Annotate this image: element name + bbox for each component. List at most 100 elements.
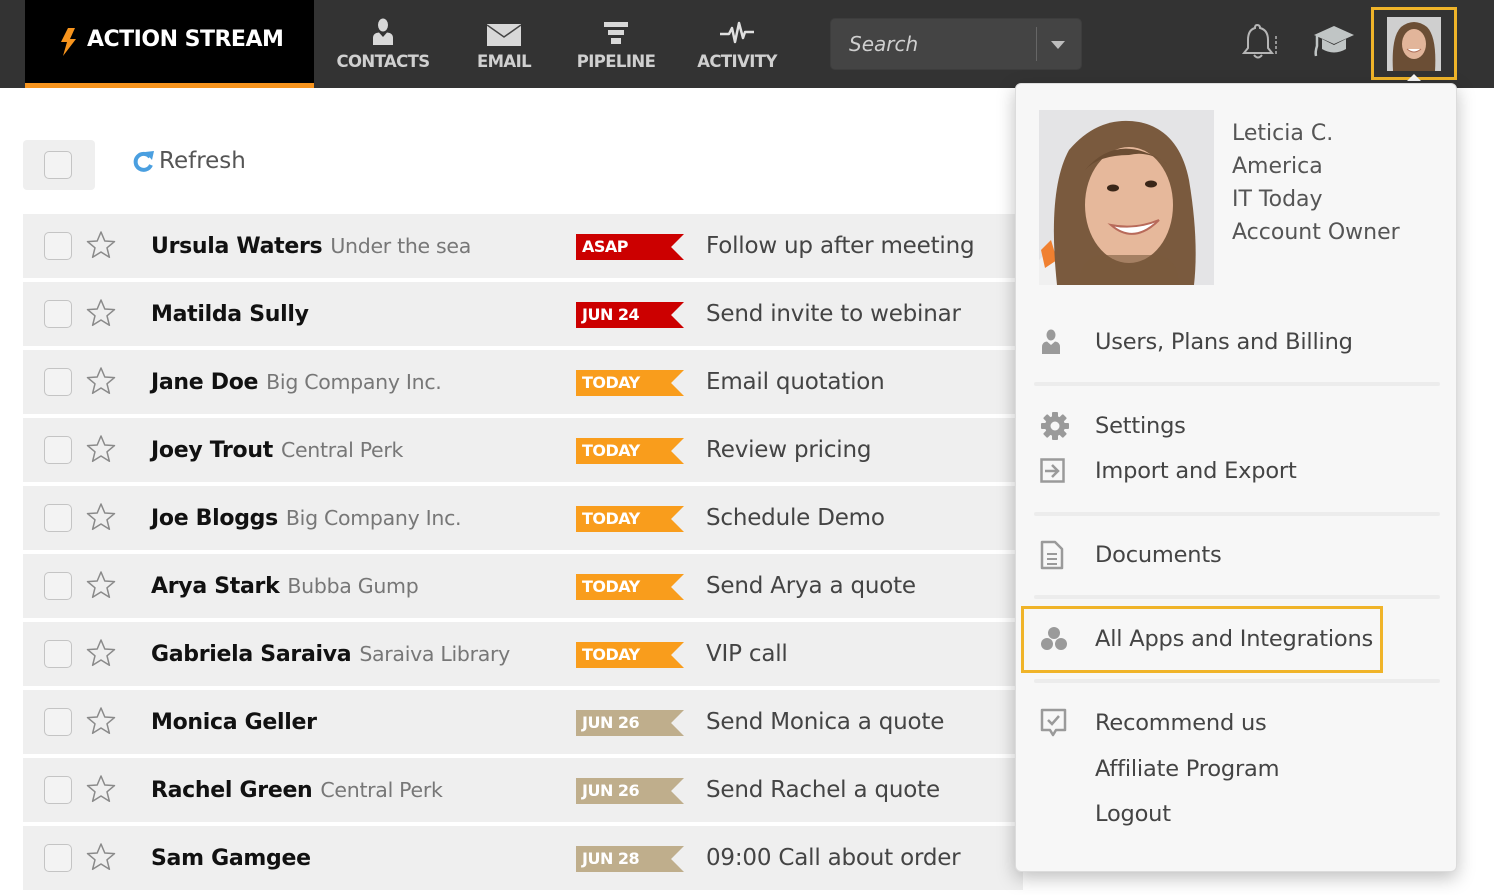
table-row[interactable]: Matilda Sully JUN 24 Send invite to webina…: [23, 282, 1023, 346]
profile-info: Leticia C. America IT Today Account Owne…: [1232, 117, 1400, 249]
table-row[interactable]: Rachel Green Central Perk JUN 26 Send Rache…: [23, 758, 1023, 822]
row-checkbox[interactable]: [44, 504, 72, 532]
menu-label: Recommend us: [1095, 710, 1267, 736]
contact-company: Saraiva Library: [359, 642, 510, 666]
star-icon[interactable]: [86, 638, 116, 668]
recommend-icon: [1040, 708, 1067, 737]
user-avatar-button[interactable]: [1371, 7, 1457, 81]
due-tag: JUN 28: [576, 846, 684, 872]
row-checkbox[interactable]: [44, 844, 72, 872]
menu-label: Settings: [1095, 413, 1186, 439]
contact-name[interactable]: Gabriela Saraiva: [151, 642, 352, 667]
task-title[interactable]: Send Arya a quote: [706, 554, 916, 618]
table-row[interactable]: Arya Stark Bubba Gump TODAY Send Arya a quo…: [23, 554, 1023, 618]
nav-pipeline[interactable]: PIPELINE: [574, 0, 658, 88]
menu-divider: [1034, 382, 1440, 386]
task-title[interactable]: Review pricing: [706, 418, 871, 482]
search-input[interactable]: [831, 19, 1036, 69]
due-tag: JUN 26: [576, 778, 684, 804]
table-row[interactable]: Joey Trout Central Perk TODAY Review pricin…: [23, 418, 1023, 482]
person-icon: [373, 18, 393, 45]
contact-name[interactable]: Joey Trout: [151, 438, 273, 463]
star-icon[interactable]: [86, 706, 116, 736]
nav-email[interactable]: EMAIL: [470, 0, 538, 88]
row-checkbox[interactable]: [44, 368, 72, 396]
row-checkbox[interactable]: [44, 708, 72, 736]
contact-name[interactable]: Monica Geller: [151, 710, 317, 735]
star-icon[interactable]: [86, 434, 116, 464]
menu-affiliate-program[interactable]: Affiliate Program: [1040, 749, 1280, 789]
document-icon: [1040, 540, 1064, 570]
nav-action-stream[interactable]: ACTION STREAM: [25, 0, 314, 88]
nav-contacts[interactable]: CONTACTS: [336, 0, 430, 88]
table-row[interactable]: Monica Geller JUN 26 Send Monica a quote: [23, 690, 1023, 754]
table-row[interactable]: Ursula Waters Under the sea ASAP Follow up …: [23, 214, 1023, 278]
menu-label: Import and Export: [1095, 458, 1297, 484]
task-title[interactable]: Send Rachel a quote: [706, 758, 940, 822]
table-row[interactable]: Joe Bloggs Big Company Inc. TODAY Schedule …: [23, 486, 1023, 550]
star-icon[interactable]: [86, 366, 116, 396]
contact-name[interactable]: Joe Bloggs: [151, 506, 278, 531]
row-checkbox[interactable]: [44, 300, 72, 328]
table-row[interactable]: Gabriela Saraiva Saraiva Library TODAY VIP …: [23, 622, 1023, 686]
star-icon[interactable]: [86, 842, 116, 872]
task-title[interactable]: Send invite to webinar: [706, 282, 961, 346]
contact-name[interactable]: Arya Stark: [151, 574, 280, 599]
graduation-cap-icon[interactable]: [1313, 24, 1355, 60]
menu-recommend-us[interactable]: Recommend us: [1040, 703, 1267, 743]
menu-import-export[interactable]: Import and Export: [1040, 451, 1297, 491]
star-icon[interactable]: [86, 230, 116, 260]
row-checkbox[interactable]: [44, 640, 72, 668]
task-title[interactable]: Follow up after meeting: [706, 214, 975, 278]
funnel-icon: [604, 22, 628, 44]
row-checkbox[interactable]: [44, 436, 72, 464]
menu-divider: [1034, 512, 1440, 516]
nav-email-label: EMAIL: [476, 52, 532, 71]
profile-company: IT Today: [1232, 187, 1323, 212]
brand-title: ACTION STREAM: [87, 27, 284, 52]
table-row[interactable]: Sam Gamgee JUN 28 09:00 Call about order: [23, 826, 1023, 890]
star-icon[interactable]: [86, 502, 116, 532]
menu-documents[interactable]: Documents: [1040, 535, 1222, 575]
refresh-button[interactable]: Refresh: [133, 148, 246, 174]
task-title[interactable]: Schedule Demo: [706, 486, 885, 550]
contact-name[interactable]: Jane Doe: [151, 370, 258, 395]
menu-settings[interactable]: Settings: [1040, 406, 1186, 446]
nav-activity-label: ACTIVITY: [697, 52, 777, 71]
table-row[interactable]: Jane Doe Big Company Inc. TODAY Email quota…: [23, 350, 1023, 414]
bell-icon[interactable]: [1240, 22, 1278, 62]
contact-info: Jane Doe Big Company Inc.: [151, 350, 442, 414]
contact-company: Central Perk: [320, 778, 443, 802]
row-checkbox[interactable]: [44, 776, 72, 804]
contact-name[interactable]: Rachel Green: [151, 778, 313, 803]
profile-name: Leticia C.: [1232, 121, 1334, 146]
row-checkbox[interactable]: [44, 572, 72, 600]
task-title[interactable]: VIP call: [706, 622, 788, 686]
nav-activity[interactable]: ACTIVITY: [695, 0, 779, 88]
contact-info: Matilda Sully: [151, 282, 317, 346]
contact-name[interactable]: Matilda Sully: [151, 302, 309, 327]
star-icon[interactable]: [86, 774, 116, 804]
contact-company: Big Company Inc.: [266, 370, 442, 394]
search-dropdown-caret-icon[interactable]: [1051, 41, 1065, 49]
dropdown-pointer: [1407, 74, 1421, 81]
menu-logout[interactable]: Logout: [1040, 794, 1171, 834]
select-all-checkbox[interactable]: [44, 151, 72, 179]
star-icon[interactable]: [86, 298, 116, 328]
user-menu-dropdown: Leticia C. America IT Today Account Owne…: [1015, 83, 1457, 872]
star-icon[interactable]: [86, 570, 116, 600]
menu-users-plans-billing[interactable]: Users, Plans and Billing: [1040, 322, 1353, 362]
menu-label: Users, Plans and Billing: [1095, 329, 1353, 355]
pulse-icon: [720, 21, 754, 44]
menu-all-apps-integrations[interactable]: All Apps and Integrations: [1040, 619, 1373, 659]
contact-info: Arya Stark Bubba Gump: [151, 554, 419, 618]
row-checkbox[interactable]: [44, 232, 72, 260]
contact-name[interactable]: Ursula Waters: [151, 234, 323, 259]
task-title[interactable]: 09:00 Call about order: [706, 826, 961, 890]
contact-info: Rachel Green Central Perk: [151, 758, 443, 822]
due-tag: TODAY: [576, 642, 684, 668]
due-tag: TODAY: [576, 438, 684, 464]
task-title[interactable]: Email quotation: [706, 350, 885, 414]
contact-name[interactable]: Sam Gamgee: [151, 846, 311, 871]
task-title[interactable]: Send Monica a quote: [706, 690, 944, 754]
